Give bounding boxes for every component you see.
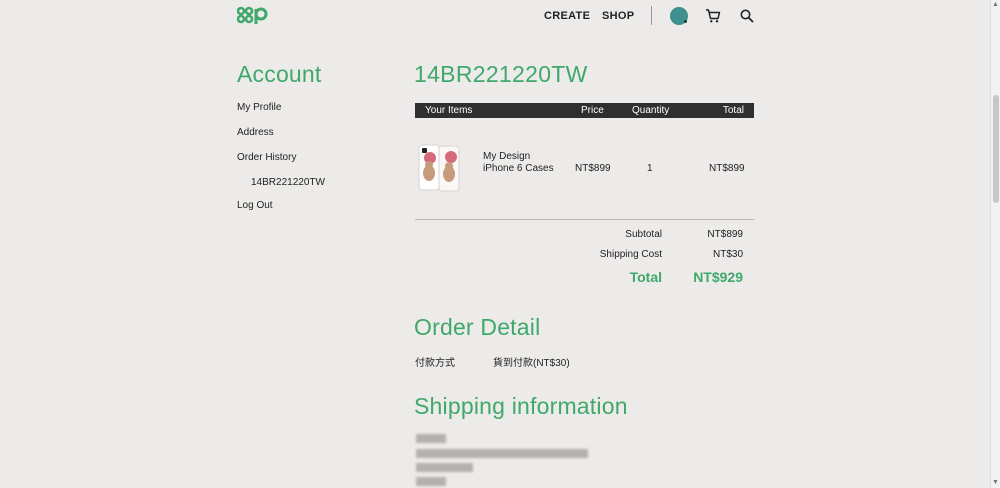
brand-logo[interactable] [236, 6, 269, 24]
cart-icon[interactable] [705, 8, 721, 24]
order-id-title: 14BR221220TW [414, 61, 588, 87]
table-divider [415, 219, 754, 220]
shipping-info-redacted [414, 432, 614, 488]
scroll-up-icon[interactable]: ▲ [992, 1, 999, 8]
sidebar-item-address[interactable]: Address [237, 127, 274, 138]
nav-shop[interactable]: SHOP [602, 10, 634, 22]
item-name-line1[interactable]: My Design [483, 151, 530, 162]
sidebar-item-order-history[interactable]: Order History [237, 152, 296, 163]
search-icon[interactable] [739, 8, 755, 24]
col-items: Your Items [425, 105, 473, 116]
avatar[interactable] [670, 7, 688, 25]
order-detail-title: Order Detail [414, 314, 541, 340]
scrollbar[interactable] [990, 0, 1000, 488]
subtotal-label: Subtotal [625, 229, 662, 240]
item-quantity: 1 [647, 163, 653, 174]
col-quantity: Quantity [632, 105, 670, 116]
sidebar-item-my-profile[interactable]: My Profile [237, 102, 281, 113]
col-price: Price [581, 105, 604, 116]
scroll-down-icon[interactable]: ▼ [992, 479, 999, 486]
product-image[interactable] [417, 143, 463, 193]
sidebar-title: Account [237, 61, 322, 87]
scrollbar-thumb[interactable] [993, 95, 999, 203]
nav-create[interactable]: CREATE [544, 10, 590, 22]
item-total: NT$899 [709, 163, 745, 174]
nav-divider [651, 6, 652, 25]
shipping-cost-label: Shipping Cost [599, 249, 662, 260]
total-value: NT$929 [693, 269, 743, 285]
item-name-line2[interactable]: iPhone 6 Cases [483, 163, 554, 174]
subtotal-value: NT$899 [707, 229, 743, 240]
shipping-cost-value: NT$30 [712, 249, 743, 260]
payment-method-label: 付款方式 [415, 358, 455, 369]
sidebar-item-order-id[interactable]: 14BR221220TW [251, 177, 325, 188]
shipping-info-title: Shipping information [414, 393, 628, 419]
order-table-header: Your Items Price Quantity Total [415, 103, 754, 118]
payment-method-value: 貨到付款(NT$30) [493, 358, 570, 369]
col-total: Total [722, 105, 744, 116]
sidebar-item-log-out[interactable]: Log Out [237, 200, 273, 211]
item-price: NT$899 [575, 163, 611, 174]
